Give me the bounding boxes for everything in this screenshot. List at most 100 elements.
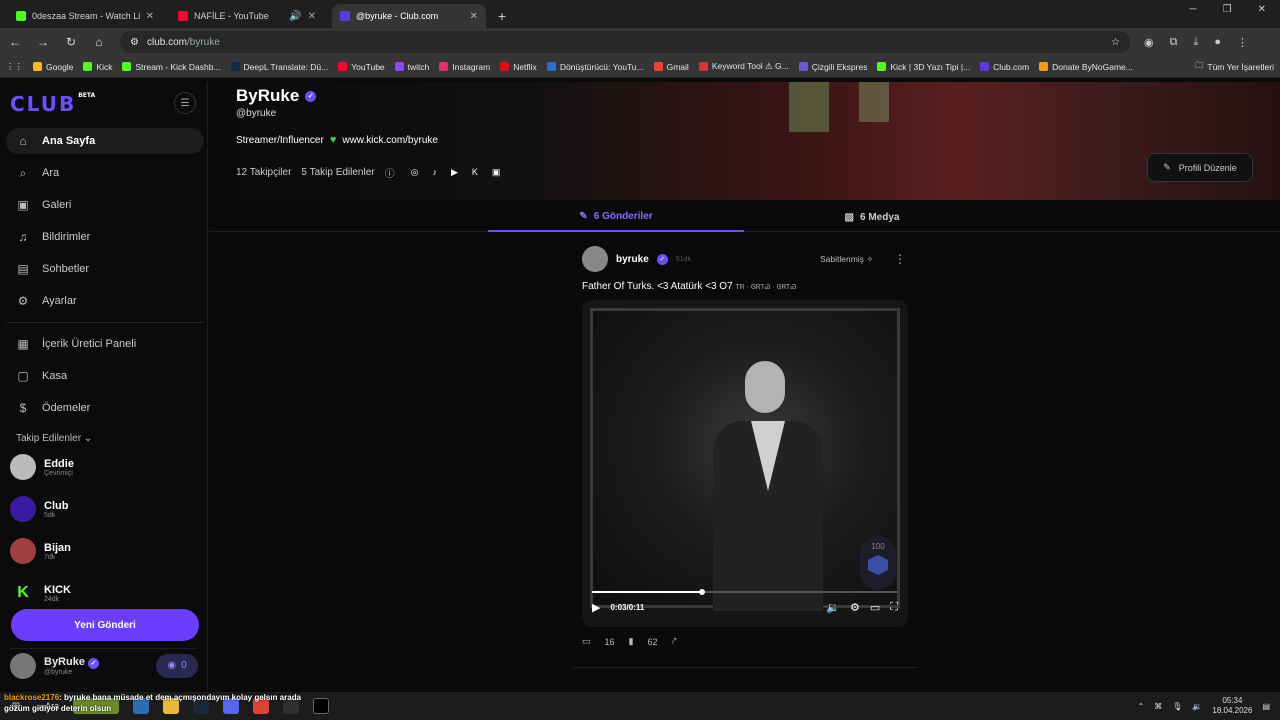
bookmark-club[interactable]: Club.com [980, 62, 1029, 72]
url-input[interactable]: ⚙ club.com/byruke ☆ [120, 31, 1130, 53]
browser-tab[interactable]: 0deszaa Stream - Watch Live o ✕ [8, 4, 162, 28]
new-post-button[interactable]: Yeni Gönderi [11, 609, 199, 641]
bookmark-netflix[interactable]: Netflix [500, 62, 537, 72]
bookmark-google[interactable]: Google [33, 62, 73, 72]
following-count[interactable]: 5 Takip Edilenler [301, 167, 374, 178]
restore-icon[interactable]: ❐ [1223, 4, 1232, 15]
sidebar-item-notifications[interactable]: ♫ Bildirimler [6, 224, 204, 250]
close-window-icon[interactable]: ✕ [1258, 4, 1266, 15]
bookmark-deepl[interactable]: DeepL Translate: Dü... [230, 62, 328, 72]
verified-icon: ✓ [88, 657, 100, 669]
browser-tab[interactable]: NAFİLE - YouTube 🔊 ✕ [170, 4, 324, 28]
volume-icon[interactable]: 🔉 [1192, 702, 1202, 711]
current-user[interactable]: ByRuke ✓ @byruke ◉ 0 [10, 648, 198, 682]
forward-icon[interactable]: → [36, 35, 50, 49]
following-status: Çevrimiçi [44, 469, 73, 477]
bookmark-keyword-tool[interactable]: Keyword Tool ⚠ G... [698, 61, 789, 72]
video-player[interactable]: ▶ 0:03/0:11 🔉 ⚙ ▭ ⛶ [582, 300, 908, 627]
following-item[interactable]: Bijan 7dk [10, 538, 71, 564]
info-icon[interactable]: ⓘ [385, 165, 395, 180]
close-tab-icon[interactable]: ✕ [308, 11, 316, 22]
followers-count[interactable]: 12 Takipçiler [236, 167, 291, 178]
bookmark-instagram[interactable]: Instagram [439, 62, 490, 72]
share-icon[interactable]: ⤤ [672, 636, 677, 647]
close-tab-icon[interactable]: ✕ [146, 11, 154, 22]
edit-profile-button[interactable]: ✎ Profili Düzenle [1147, 153, 1253, 182]
twitch-icon[interactable]: ▣ [492, 167, 501, 178]
new-tab-button[interactable]: + [492, 4, 512, 28]
sidebar-item-settings[interactable]: ⚙ Ayarlar [6, 288, 204, 314]
following-header[interactable]: Takip Edilenler ⌄ [16, 433, 92, 444]
speaker-icon[interactable]: 🔊 [289, 11, 301, 22]
youtube-icon[interactable]: ▶ [451, 167, 458, 178]
pip-icon[interactable]: ▭ [870, 601, 880, 614]
sidebar-item-creator-panel[interactable]: ▦ İçerik Üretici Paneli [6, 331, 204, 357]
bookmark-kick-dashboard[interactable]: Stream - Kick Dashb... [122, 62, 221, 72]
club-logo[interactable]: CLUB BETA [10, 92, 95, 116]
reward-badge[interactable]: 100 [860, 536, 896, 590]
bookmark-kick[interactable]: Kick [83, 62, 112, 72]
sidebar-item-search[interactable]: ⌕ Ara [6, 160, 204, 186]
bookmark-cizgili[interactable]: Çizgili Ekspres [798, 62, 867, 72]
instagram-icon[interactable]: ◎ [411, 167, 419, 178]
video-progress-bar[interactable] [592, 589, 898, 595]
home-icon[interactable]: ⌂ [92, 35, 106, 49]
dashboard-icon: ▦ [17, 337, 29, 351]
back-icon[interactable]: ← [8, 35, 22, 49]
post-author[interactable]: byruke [616, 254, 649, 265]
minimize-icon[interactable]: ─ [1190, 4, 1197, 15]
bookmark-youtube[interactable]: YouTube [338, 62, 385, 72]
following-item[interactable]: Eddie Çevrimiçi [10, 454, 74, 480]
apps-icon[interactable]: ⋮⋮ [6, 61, 23, 72]
profile-icon[interactable]: ● [1214, 36, 1221, 49]
close-tab-icon[interactable]: ✕ [470, 11, 478, 22]
notification-icon[interactable]: ▤ [1262, 702, 1270, 711]
menu-icon[interactable]: ☰ [174, 92, 196, 114]
fullscreen-icon[interactable]: ⛶ [890, 601, 898, 614]
bookmark-donate[interactable]: Donate ByNoGame... [1039, 62, 1133, 72]
site-info-icon[interactable]: ⚙ [130, 37, 139, 48]
star-icon[interactable]: ☆ [1111, 37, 1120, 48]
kick-icon[interactable]: K [472, 167, 478, 178]
tab-posts[interactable]: ✎ 6 Gönderiler [488, 202, 744, 232]
tab-media[interactable]: ▧ 6 Medya [744, 202, 1000, 232]
capcut-icon[interactable] [313, 698, 330, 714]
home-icon: ⌂ [19, 134, 27, 148]
more-options-icon[interactable]: ⋮ [894, 252, 906, 266]
user-name: ByRuke [44, 655, 85, 668]
avatar[interactable] [582, 246, 608, 272]
kebab-menu-icon[interactable]: ⋮ [1237, 36, 1248, 49]
sidebar-item-home[interactable]: ⌂ Ana Sayfa [6, 128, 204, 154]
settings-icon[interactable]: ⚙ [850, 601, 860, 614]
sidebar-item-payments[interactable]: $ Ödemeler [6, 395, 204, 421]
comment-icon[interactable]: ▭ [582, 636, 591, 647]
chevron-up-icon[interactable]: ⌃ [1138, 702, 1145, 711]
sidebar-item-vault[interactable]: ▢ Kasa [6, 363, 204, 389]
tiktok-icon[interactable]: ♪ [432, 167, 437, 178]
clock[interactable]: 05:34 18.04.2026 [1212, 696, 1252, 716]
sidebar-item-chats[interactable]: ▤ Sohbetler [6, 256, 204, 282]
bookmark-converter[interactable]: Dönüştürücü: YouTu... [546, 62, 644, 72]
play-icon[interactable]: ▶ [592, 601, 600, 614]
keyword-icon [698, 62, 708, 71]
bookmark-twitch[interactable]: twitch [394, 62, 429, 72]
download-icon[interactable]: ⤓ [1193, 36, 1198, 49]
avatar [10, 454, 36, 480]
bookmark-gmail[interactable]: Gmail [653, 62, 689, 72]
pencil-icon: ✎ [579, 210, 588, 222]
network-icon[interactable]: ⌘ [1154, 702, 1162, 711]
tab-label: 6 Medya [859, 211, 900, 223]
bookmark-kick-3d[interactable]: Kick | 3D Yazı Tipi |... [877, 62, 970, 72]
bio-link[interactable]: www.kick.com/byruke [342, 135, 438, 146]
volume-icon[interactable]: 🔉 [826, 601, 840, 614]
browser-tab-active[interactable]: @byruke - Club.com ✕ [332, 4, 486, 28]
following-item[interactable]: K KICK 24dk [10, 580, 71, 606]
reload-icon[interactable]: ↻ [64, 35, 78, 49]
mic-icon[interactable]: 🎙 [1172, 702, 1182, 711]
extension-icon[interactable]: ◉ [1144, 36, 1154, 49]
credits-badge[interactable]: ◉ 0 [156, 653, 198, 678]
sidebar-item-gallery[interactable]: ▣ Galeri [6, 192, 204, 218]
following-item[interactable]: Club 5dk [10, 496, 68, 522]
all-bookmarks[interactable]: 🗀 Tüm Yer İşaretleri [1195, 60, 1274, 74]
puzzle-icon[interactable]: ⧉ [1170, 36, 1178, 49]
